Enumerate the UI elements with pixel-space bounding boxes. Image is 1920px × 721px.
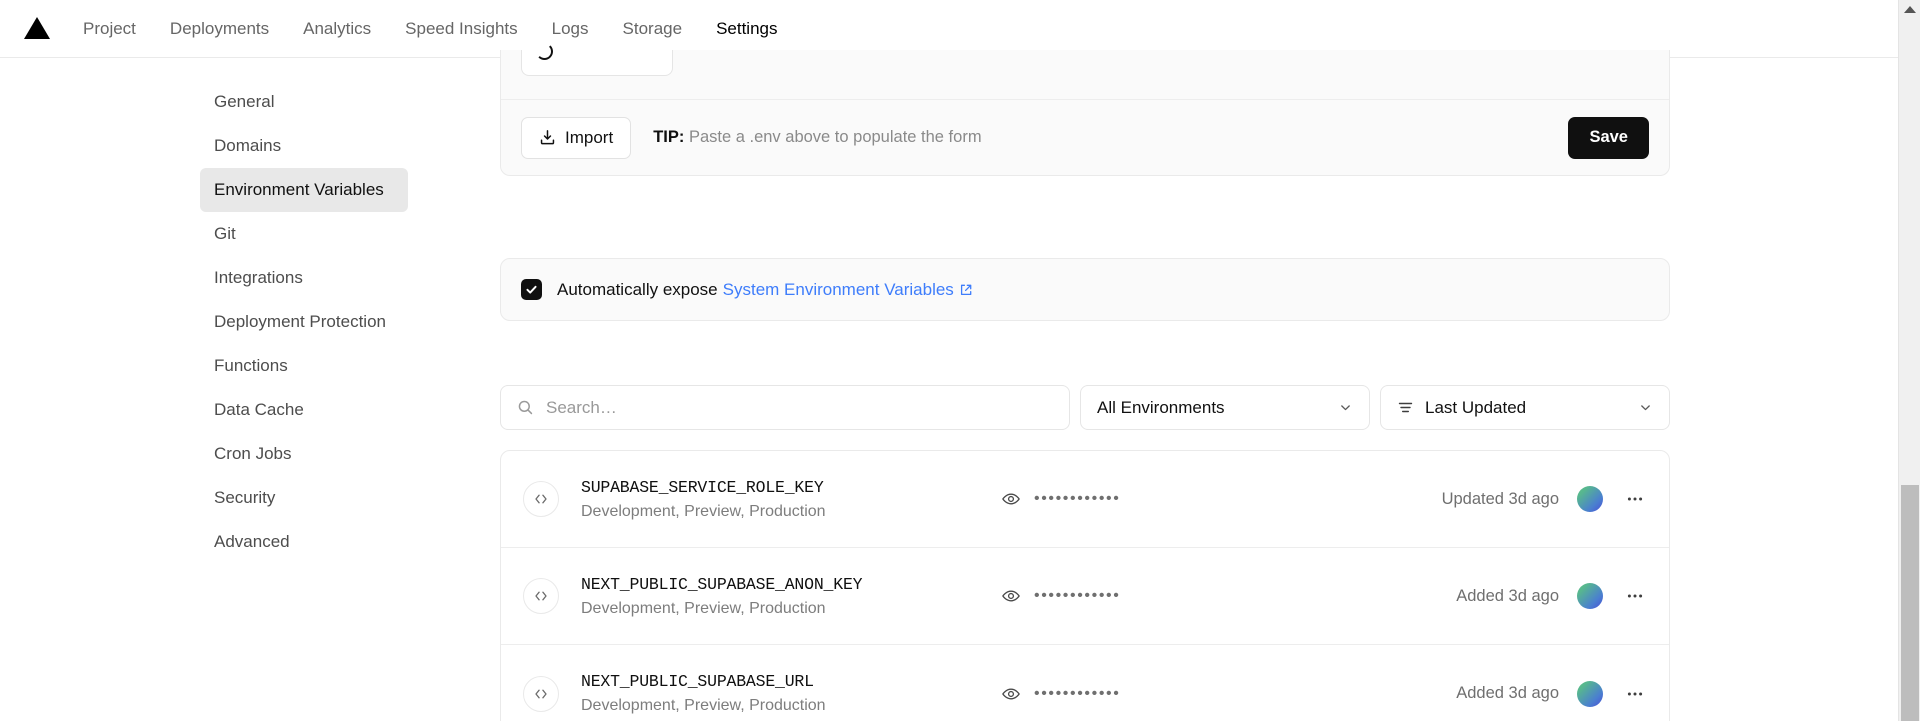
env-var-status: Added 3d ago (1456, 586, 1559, 605)
env-var-status: Added 3d ago (1456, 684, 1559, 702)
env-form-footer: Import TIP: Paste a .env above to popula… (501, 99, 1669, 175)
sidebar-item-label: Integrations (214, 268, 303, 287)
env-var-masked-value: •••••••••••• (1034, 684, 1121, 702)
nav-item-settings[interactable]: Settings (699, 0, 794, 58)
ellipsis-icon[interactable] (1621, 680, 1649, 708)
expose-system-env-checkbox[interactable] (521, 279, 542, 300)
env-form-card: Import TIP: Paste a .env above to popula… (500, 43, 1670, 176)
nav-item-label: Project (83, 18, 136, 38)
sidebar-item-git[interactable]: Git (200, 212, 408, 256)
sort-select[interactable]: Last Updated (1380, 385, 1670, 430)
nav-item-speed-insights[interactable]: Speed Insights (388, 0, 534, 57)
page-scrollbar[interactable] (1898, 0, 1920, 721)
env-var-key: NEXT_PUBLIC_SUPABASE_URL (581, 672, 814, 691)
scroll-up-arrow-icon[interactable] (1903, 6, 1916, 13)
external-link-icon (960, 284, 972, 295)
sidebar-item-label: Git (214, 224, 236, 243)
sidebar-item-domains[interactable]: Domains (200, 124, 408, 168)
nav-item-label: Settings (716, 18, 778, 38)
search-icon (518, 400, 533, 415)
table-row[interactable]: SUPABASE_SERVICE_ROLE_KEY Development, P… (501, 451, 1669, 548)
settings-sidebar: General Domains Environment Variables Gi… (0, 58, 500, 721)
env-form-tip: TIP: Paste a .env above to populate the … (653, 128, 981, 147)
sidebar-item-label: General (214, 92, 275, 111)
sidebar-item-label: Cron Jobs (214, 444, 292, 463)
settings-content: Import TIP: Paste a .env above to popula… (500, 43, 1898, 721)
tip-text: Paste a .env above to populate the form (688, 128, 982, 146)
avatar (1577, 680, 1603, 707)
env-var-key: NEXT_PUBLIC_SUPABASE_ANON_KEY (581, 574, 863, 594)
sidebar-item-environment-variables[interactable]: Environment Variables (200, 168, 408, 212)
ellipsis-icon[interactable] (1621, 582, 1649, 610)
eye-icon[interactable] (1001, 489, 1021, 509)
save-button[interactable]: Save (1568, 116, 1649, 159)
triangle-icon (24, 17, 50, 39)
table-row[interactable]: NEXT_PUBLIC_SUPABASE_URL Development, Pr… (501, 645, 1669, 721)
sidebar-item-integrations[interactable]: Integrations (200, 256, 408, 300)
code-brackets-icon (523, 481, 559, 517)
env-var-key: SUPABASE_SERVICE_ROLE_KEY (581, 477, 824, 497)
env-var-environments: Development, Preview, Production (581, 502, 826, 520)
nav-item-project[interactable]: Project (66, 0, 153, 57)
environment-filter-value: All Environments (1097, 397, 1225, 417)
sidebar-item-cron-jobs[interactable]: Cron Jobs (200, 432, 408, 476)
avatar (1577, 486, 1603, 512)
code-brackets-icon (523, 578, 559, 614)
env-var-masked-value: •••••••••••• (1034, 587, 1121, 604)
checkmark-icon (526, 285, 537, 294)
eye-icon[interactable] (1001, 684, 1021, 704)
avatar (1577, 583, 1603, 609)
sort-value: Last Updated (1425, 397, 1527, 417)
sort-lines-icon (1398, 402, 1413, 413)
env-filters-row: All Environments Last Updated (500, 385, 1670, 430)
sidebar-item-label: Security (214, 488, 276, 507)
env-var-masked-value: •••••••••••• (1034, 490, 1121, 507)
environment-variables-table: SUPABASE_SERVICE_ROLE_KEY Development, P… (500, 450, 1670, 721)
tip-prefix: TIP: (653, 128, 685, 146)
sidebar-item-label: Domains (214, 136, 282, 155)
search-box[interactable] (500, 385, 1070, 430)
code-brackets-icon (523, 675, 559, 712)
sidebar-item-label: Advanced (214, 532, 290, 551)
sidebar-item-general[interactable]: General (200, 80, 408, 124)
expose-label: Automatically expose (557, 279, 718, 299)
ellipsis-icon[interactable] (1621, 485, 1649, 513)
sidebar-item-label: Deployment Protection (214, 312, 386, 331)
sidebar-item-data-cache[interactable]: Data Cache (200, 388, 408, 432)
system-environment-variables-link-label: System Environment Variables (722, 279, 954, 299)
nav-item-analytics[interactable]: Analytics (286, 0, 388, 57)
env-var-environments: Development, Preview, Production (581, 697, 826, 714)
eye-icon[interactable] (1001, 586, 1021, 606)
chevron-down-icon (1641, 405, 1650, 411)
nav-item-storage[interactable]: Storage (606, 0, 700, 57)
nav-item-label: Speed Insights (405, 18, 518, 38)
download-icon (540, 130, 555, 145)
search-input[interactable] (546, 397, 1053, 418)
env-var-status: Updated 3d ago (1441, 489, 1559, 508)
nav-item-label: Logs (551, 18, 589, 38)
nav-item-label: Analytics (303, 18, 372, 38)
chevron-down-icon (1341, 405, 1350, 411)
import-button[interactable]: Import (521, 116, 632, 159)
vercel-triangle-logo[interactable] (22, 0, 52, 57)
environment-filter-select[interactable]: All Environments (1080, 385, 1370, 430)
nav-item-deployments[interactable]: Deployments (153, 0, 286, 57)
sidebar-item-label: Environment Variables (214, 180, 384, 199)
sidebar-item-label: Data Cache (214, 400, 304, 419)
sidebar-item-advanced[interactable]: Advanced (200, 520, 408, 564)
expose-system-env-card: Automatically expose System Environment … (500, 258, 1670, 321)
import-button-label: Import (565, 127, 614, 147)
scrollbar-thumb[interactable] (1901, 485, 1919, 721)
sidebar-item-functions[interactable]: Functions (200, 344, 408, 388)
env-var-environments: Development, Preview, Production (581, 599, 826, 617)
sidebar-item-deployment-protection[interactable]: Deployment Protection (200, 300, 408, 344)
nav-item-label: Storage (622, 18, 683, 38)
table-row[interactable]: NEXT_PUBLIC_SUPABASE_ANON_KEY Developmen… (501, 548, 1669, 645)
sidebar-item-label: Functions (214, 356, 288, 375)
sidebar-item-security[interactable]: Security (200, 476, 408, 520)
page-body: General Domains Environment Variables Gi… (0, 43, 1898, 721)
env-form-field-partial[interactable] (521, 43, 673, 76)
nav-item-label: Deployments (169, 18, 270, 38)
system-environment-variables-link[interactable]: System Environment Variables (723, 280, 973, 300)
